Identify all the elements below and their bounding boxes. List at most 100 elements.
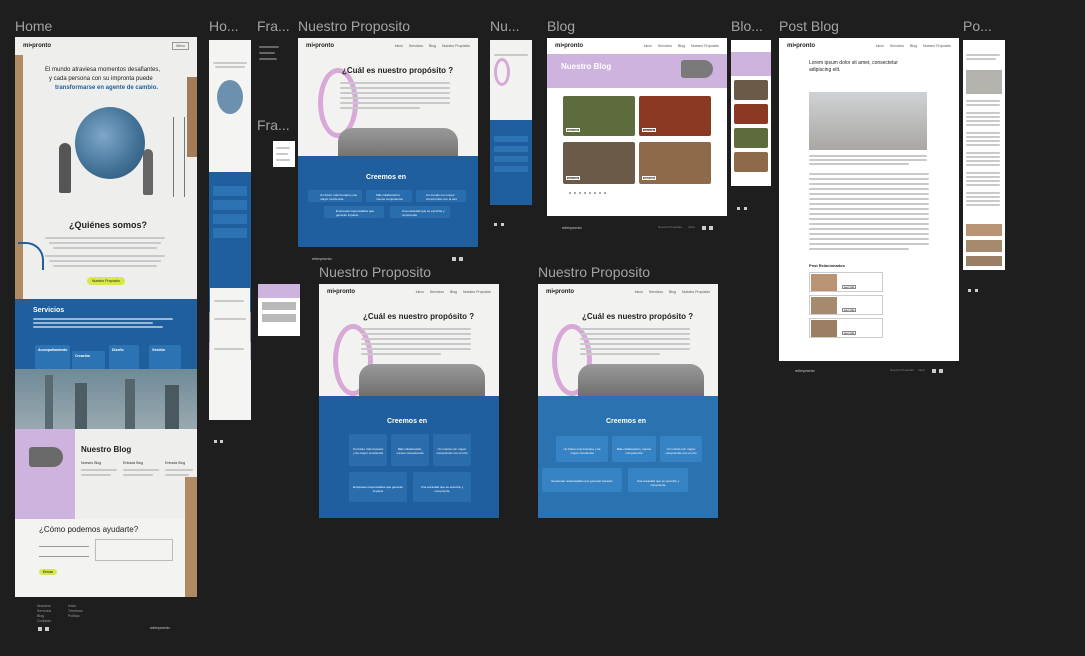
social-icon[interactable] bbox=[45, 627, 49, 631]
social-icon[interactable] bbox=[501, 223, 504, 226]
frame-fra-2[interactable] bbox=[273, 141, 295, 167]
frame-blog-mobile[interactable] bbox=[731, 40, 771, 186]
quienes-button[interactable]: Nuestro Propósito bbox=[87, 277, 125, 285]
creemos-card[interactable]: Empresas responsables que generan impact… bbox=[324, 206, 384, 218]
frame-blog-mobile-small[interactable] bbox=[258, 284, 300, 336]
name-field[interactable] bbox=[39, 541, 89, 547]
creemos-card[interactable]: Un futuro más humano y de mayor concienc… bbox=[308, 190, 362, 202]
social-icon[interactable] bbox=[939, 369, 943, 373]
social-icon[interactable] bbox=[214, 440, 217, 443]
nav-blog[interactable]: Blog bbox=[450, 290, 457, 294]
frame-proposito-1[interactable]: mi•pronto Inicio Servicios Blog Nuestro … bbox=[298, 38, 478, 247]
nav-proposito[interactable]: Nuestro Propósito bbox=[682, 290, 710, 294]
frame-label-fra-2[interactable]: Fra... bbox=[257, 117, 290, 133]
frame-post-mobile[interactable] bbox=[963, 40, 1005, 270]
footer-link[interactable]: Inicio bbox=[68, 604, 76, 608]
frame-label-blog[interactable]: Blog bbox=[547, 18, 575, 34]
nav-servicios[interactable]: Servicios bbox=[430, 290, 444, 294]
servicio-card[interactable] bbox=[213, 200, 247, 210]
nav-proposito[interactable]: Nuestro Propósito bbox=[691, 44, 719, 48]
frame-mobile-contact[interactable] bbox=[210, 288, 250, 418]
frame-nu-mobile[interactable] bbox=[490, 40, 532, 205]
frame-label-proposito-1[interactable]: Nuestro Proposito bbox=[298, 18, 410, 34]
footer-link[interactable]: Servicios bbox=[37, 609, 51, 613]
creemos-card[interactable]: Más colaboración, menos competencia bbox=[391, 434, 429, 466]
frame-label-blog-mobile[interactable]: Blo... bbox=[731, 18, 763, 34]
social-icon[interactable] bbox=[220, 440, 223, 443]
social-icon[interactable] bbox=[737, 207, 740, 210]
blog-card[interactable]: Leer más bbox=[563, 96, 635, 136]
social-icon[interactable] bbox=[452, 257, 456, 261]
footer-link[interactable]: Blog bbox=[37, 614, 44, 618]
blog-card[interactable]: Leer más bbox=[563, 142, 635, 184]
nav-inicio[interactable]: Inicio bbox=[644, 44, 652, 48]
post-footer-link[interactable]: Nuestro Propósito bbox=[890, 368, 914, 373]
nav-servicios[interactable]: Servicios bbox=[409, 44, 423, 48]
email-field[interactable] bbox=[39, 551, 89, 557]
creemos-card[interactable]: Un mundo con mayor compromiso con el otr… bbox=[660, 436, 702, 462]
blog-card[interactable]: Leer más bbox=[639, 142, 711, 184]
pagination-dots[interactable] bbox=[569, 192, 609, 194]
footer-link[interactable]: Política bbox=[68, 614, 79, 618]
nav-inicio[interactable]: Inicio bbox=[416, 290, 424, 294]
social-icon[interactable] bbox=[494, 223, 497, 226]
footer-link[interactable]: Contacto bbox=[37, 619, 51, 623]
creemos-card[interactable]: Un mundo con mayor compromiso con el otr… bbox=[416, 190, 466, 202]
creemos-card[interactable]: Un futuro más humano y de mayor concienc… bbox=[349, 434, 387, 466]
nav-servicios[interactable]: Servicios bbox=[649, 290, 663, 294]
nav-servicios[interactable]: Servicios bbox=[890, 44, 904, 48]
creemos-card[interactable]: Más colaboración, menos competencia bbox=[366, 190, 412, 202]
nav-inicio[interactable]: Inicio bbox=[876, 44, 884, 48]
footer-link[interactable]: Nosotros bbox=[37, 604, 51, 608]
frame-label-po-mobile[interactable]: Po... bbox=[963, 18, 992, 34]
frame-label-nu-mobile[interactable]: Nu... bbox=[490, 18, 520, 34]
frame-blog[interactable]: mi•pronto Inicio Servicios Blog Nuestro … bbox=[547, 38, 727, 216]
nav-proposito[interactable]: Nuestro Propósito bbox=[923, 44, 951, 48]
blog-footer-link[interactable]: Nuestro Propósito bbox=[658, 225, 682, 230]
blog-footer-link[interactable]: Inicio bbox=[688, 225, 695, 230]
nav-blog[interactable]: Blog bbox=[669, 290, 676, 294]
social-icon[interactable] bbox=[709, 226, 713, 230]
post-footer-link[interactable]: Inicio bbox=[918, 368, 925, 373]
creemos-card[interactable]: Un futuro más humano y de mayor concienc… bbox=[556, 436, 608, 462]
nav-proposito[interactable]: Nuestro Propósito bbox=[463, 290, 491, 294]
home-menu-button[interactable]: Menu bbox=[172, 42, 189, 50]
servicio-card[interactable] bbox=[213, 214, 247, 224]
related-post-card[interactable]: Leer más bbox=[809, 295, 883, 315]
social-icon[interactable] bbox=[702, 226, 706, 230]
creemos-card[interactable]: Una sociedad que se escuche y comprende bbox=[628, 468, 688, 492]
servicio-card[interactable] bbox=[213, 228, 247, 238]
frame-proposito-3[interactable]: mi•pronto Inicio Servicios Blog Nuestro … bbox=[538, 284, 718, 518]
social-icon[interactable] bbox=[932, 369, 936, 373]
proposito-logo[interactable]: mi•pronto bbox=[306, 43, 334, 49]
frame-proposito-2[interactable]: mi•pronto Inicio Servicios Blog Nuestro … bbox=[319, 284, 499, 518]
creemos-card[interactable]: Más colaboración, menos competencia bbox=[612, 436, 656, 462]
social-icon[interactable] bbox=[459, 257, 463, 261]
frame-fra-1[interactable] bbox=[257, 40, 291, 70]
frame-label-fra-1[interactable]: Fra... bbox=[257, 18, 290, 34]
social-icon[interactable] bbox=[968, 289, 971, 292]
social-icon[interactable] bbox=[38, 627, 42, 631]
frame-label-home-mobile[interactable]: Ho... bbox=[209, 18, 239, 34]
nav-blog[interactable]: Blog bbox=[910, 44, 917, 48]
creemos-card[interactable]: Una sociedad que se escuche y comprende bbox=[413, 472, 471, 502]
creemos-card[interactable]: Una sociedad que se escuche y comprende bbox=[390, 206, 450, 218]
proposito-logo[interactable]: mi•pronto bbox=[546, 289, 574, 295]
nav-servicios[interactable]: Servicios bbox=[658, 44, 672, 48]
creemos-card[interactable]: Empresas responsables que generan impact… bbox=[349, 472, 407, 502]
frame-label-proposito-2[interactable]: Nuestro Proposito bbox=[319, 264, 431, 280]
message-field[interactable] bbox=[95, 539, 173, 561]
servicio-card[interactable] bbox=[213, 186, 247, 196]
social-icon[interactable] bbox=[975, 289, 978, 292]
social-icon[interactable] bbox=[744, 207, 747, 210]
nav-blog[interactable]: Blog bbox=[678, 44, 685, 48]
creemos-card[interactable]: Un mundo con mayor compromiso con el otr… bbox=[433, 434, 471, 466]
nav-inicio[interactable]: Inicio bbox=[635, 290, 643, 294]
creemos-card[interactable]: Empresas responsables que generan impact… bbox=[542, 468, 622, 492]
proposito-logo[interactable]: mi•pronto bbox=[327, 289, 355, 295]
footer-link[interactable]: Términos bbox=[68, 609, 83, 613]
frame-home[interactable]: mi•pronto Menu El mundo atraviesa moment… bbox=[15, 37, 197, 597]
frame-post-blog[interactable]: mi•pronto Inicio Servicios Blog Nuestro … bbox=[779, 38, 959, 361]
related-post-card[interactable]: Leer más bbox=[809, 318, 883, 338]
frame-label-post-blog[interactable]: Post Blog bbox=[779, 18, 839, 34]
